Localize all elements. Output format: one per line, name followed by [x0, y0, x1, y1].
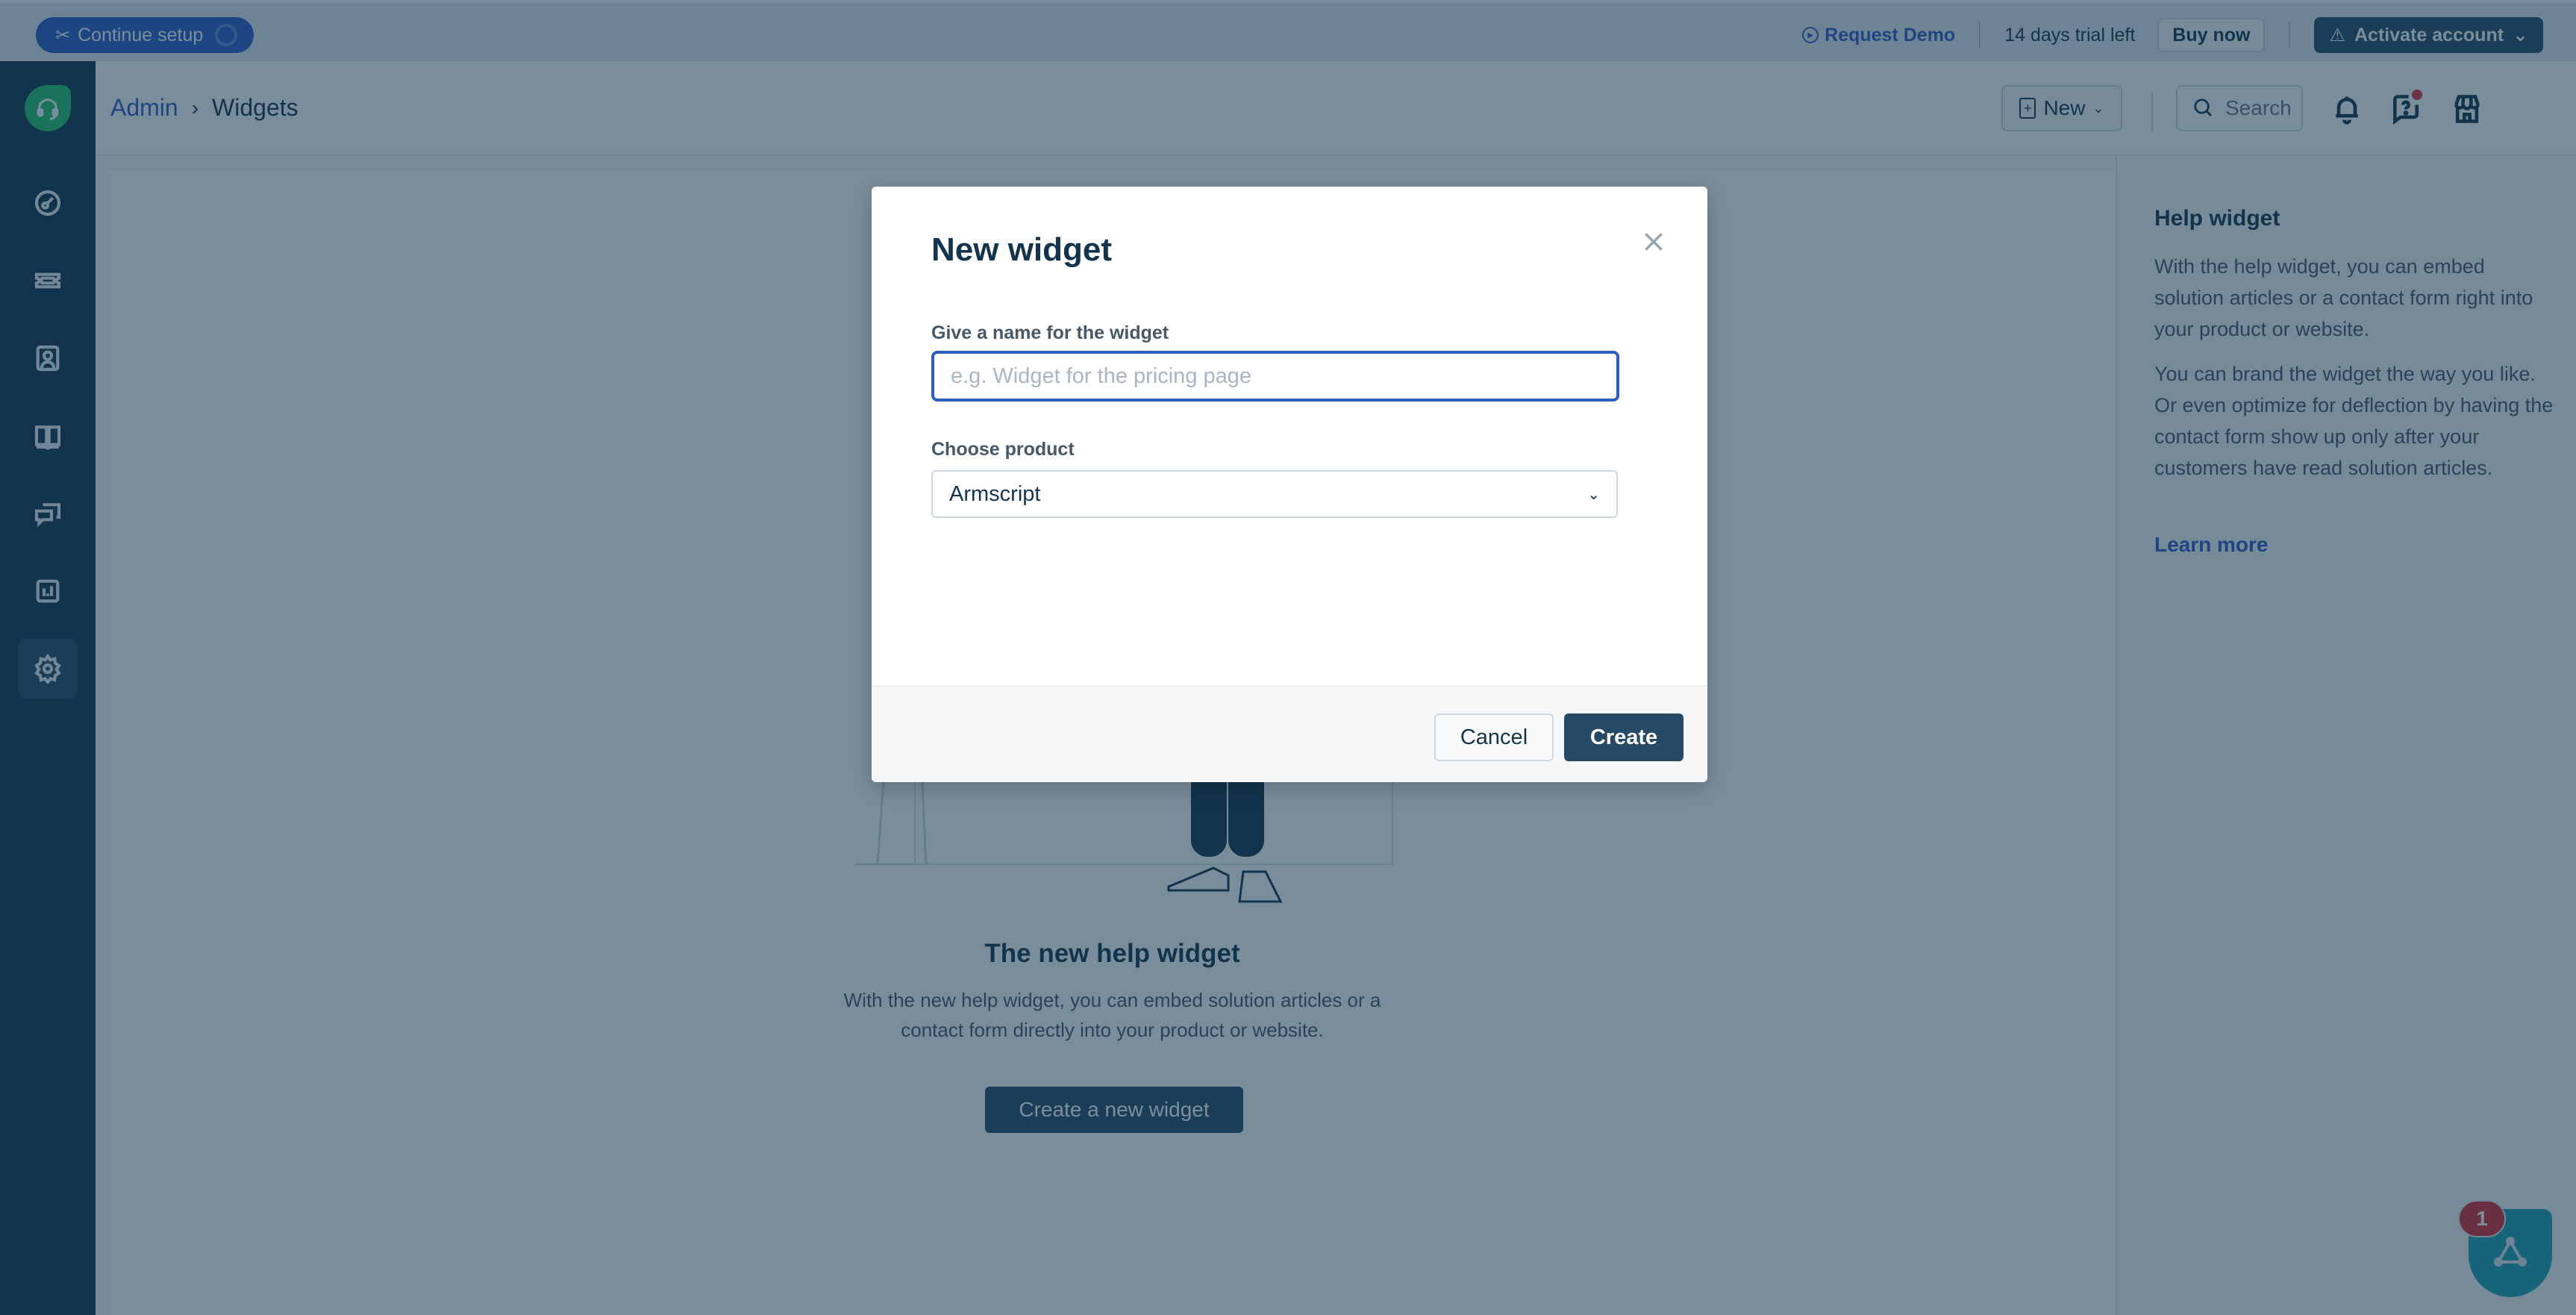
chevron-down-icon: ⌄ [1587, 486, 1600, 503]
close-button[interactable] [1637, 225, 1670, 258]
product-select[interactable]: Armscript ⌄ [931, 470, 1618, 518]
product-selected-value: Armscript [949, 481, 1041, 506]
choose-product-label: Choose product [931, 439, 1075, 460]
dialog-title: New widget [931, 231, 1113, 268]
widget-name-label: Give a name for the widget [931, 322, 1169, 343]
new-widget-dialog: New widget Give a name for the widget Ch… [872, 187, 1707, 782]
create-button[interactable]: Create [1564, 713, 1684, 761]
dialog-footer: Cancel Create [872, 685, 1707, 782]
widget-name-input[interactable] [931, 351, 1619, 402]
close-icon [1645, 233, 1663, 251]
cancel-button[interactable]: Cancel [1434, 713, 1554, 761]
